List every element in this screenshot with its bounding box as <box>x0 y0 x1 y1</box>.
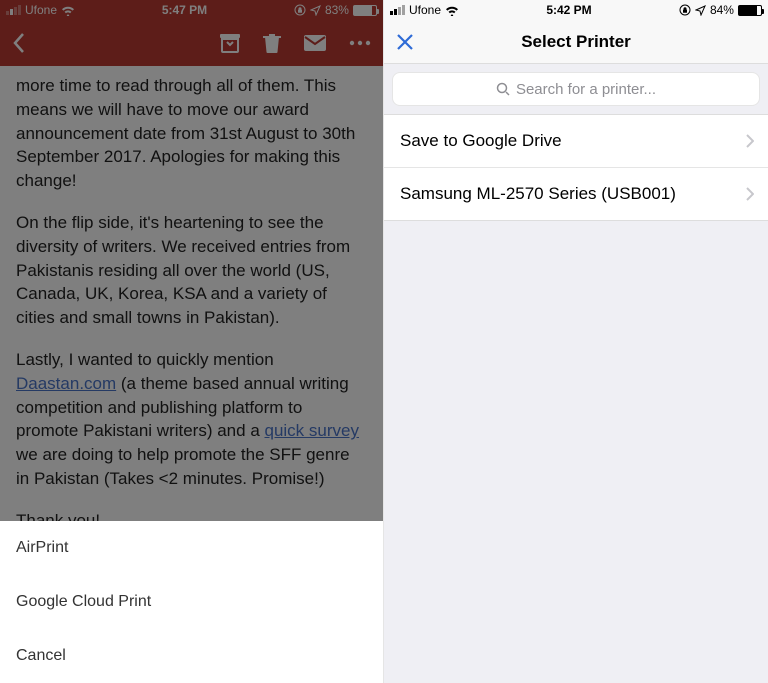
battery-pct: 84% <box>710 3 734 17</box>
row-label: Save to Google Drive <box>400 131 562 151</box>
save-to-drive-row[interactable]: Save to Google Drive <box>384 115 768 167</box>
airprint-option[interactable]: AirPrint <box>0 521 383 575</box>
page-title: Select Printer <box>521 32 631 52</box>
status-time: 5:42 PM <box>546 3 591 17</box>
search-container: Search for a printer... <box>384 64 768 114</box>
signal-icon <box>390 5 405 15</box>
carrier-label: Ufone <box>409 3 441 17</box>
samsung-printer-row[interactable]: Samsung ML-2570 Series (USB001) <box>384 167 768 220</box>
search-input[interactable]: Search for a printer... <box>392 72 760 106</box>
email-screen-with-sheet: Ufone 5:47 PM 83% <box>0 0 384 683</box>
orientation-lock-icon <box>679 4 691 16</box>
location-icon <box>695 5 706 16</box>
search-icon <box>496 82 510 96</box>
chevron-right-icon <box>746 187 754 201</box>
select-printer-screen: Ufone 5:42 PM 84% Select Printer <box>384 0 768 683</box>
status-bar-right: Ufone 5:42 PM 84% <box>384 0 768 20</box>
row-label: Samsung ML-2570 Series (USB001) <box>400 184 676 204</box>
wifi-icon <box>445 5 459 16</box>
google-cloud-print-option[interactable]: Google Cloud Print <box>0 575 383 629</box>
nav-bar: Select Printer <box>384 20 768 64</box>
printer-list: Save to Google Drive Samsung ML-2570 Ser… <box>384 114 768 221</box>
cancel-button[interactable]: Cancel <box>0 629 383 683</box>
close-button[interactable] <box>396 33 414 51</box>
search-placeholder: Search for a printer... <box>516 81 656 98</box>
chevron-right-icon <box>746 134 754 148</box>
print-action-sheet: AirPrint Google Cloud Print Cancel <box>0 521 383 683</box>
battery-icon <box>738 5 762 16</box>
